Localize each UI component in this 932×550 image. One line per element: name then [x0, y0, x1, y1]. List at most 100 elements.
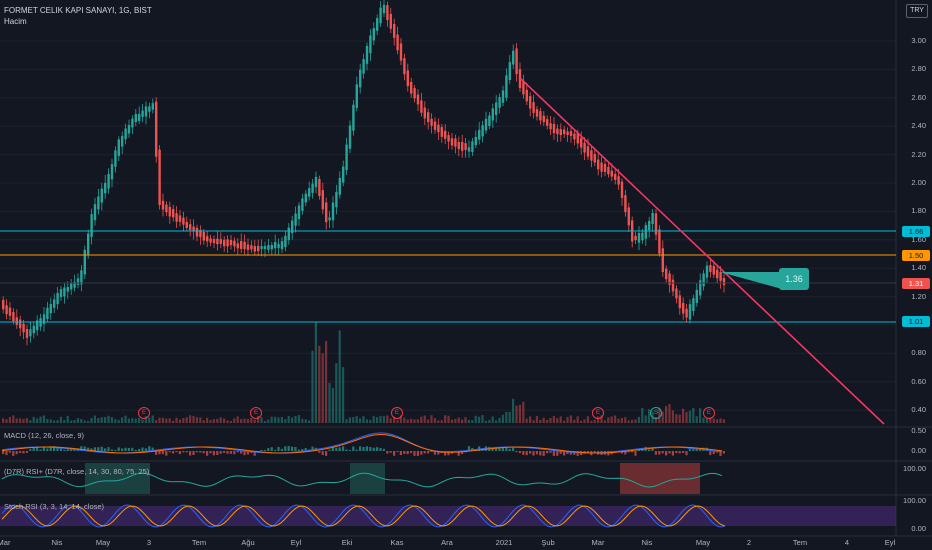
volume-bar: [376, 417, 379, 423]
price-candle: [610, 170, 613, 177]
volume-bar: [386, 415, 389, 423]
price-candle: [389, 13, 392, 29]
macd-histogram-bar: [658, 451, 661, 455]
volume-bar: [260, 417, 263, 423]
earnings-event-marker[interactable]: E: [138, 407, 150, 419]
earnings-event-marker[interactable]: E: [391, 407, 403, 419]
price-candle: [19, 319, 22, 329]
volume-bar: [291, 417, 294, 423]
volume-bar: [216, 418, 219, 423]
time-axis-label: Mar: [591, 538, 605, 547]
rsi-label[interactable]: (D7R) RSI+ (D7R, close, 14, 30, 80, 75, …: [4, 467, 149, 476]
macd-histogram-bar: [97, 447, 100, 451]
symbol-title[interactable]: FORMET CELIK KAPI SANAYI, 1G, BIST: [4, 6, 152, 15]
volume-bar: [182, 418, 185, 423]
price-candle: [542, 115, 545, 123]
currency-button[interactable]: TRY: [906, 4, 928, 18]
stoch-label[interactable]: Stoch RSI (3, 3, 14, 14, close): [4, 502, 104, 511]
volume-bar: [202, 420, 205, 423]
volume-bar: [223, 418, 226, 423]
price-candle: [488, 115, 491, 126]
volume-bar: [73, 420, 76, 423]
volume-bar: [233, 418, 236, 423]
volume-bar: [87, 420, 90, 423]
price-candle: [566, 131, 569, 136]
macd-pane: [1, 432, 725, 456]
volume-bar: [325, 340, 328, 423]
macd-histogram-bar: [8, 451, 11, 453]
volume-bar: [138, 417, 141, 423]
volume-bar: [229, 420, 232, 423]
price-candle: [501, 90, 505, 103]
volume-label: Hacim: [4, 17, 27, 26]
price-candle: [508, 62, 511, 80]
macd-histogram-bar: [63, 449, 66, 451]
volume-bar: [464, 417, 467, 423]
volume-bar: [722, 419, 725, 423]
level-upper-badge: 1.66: [902, 226, 930, 237]
volume-bar: [495, 420, 498, 423]
price-candle: [100, 188, 103, 203]
time-axis-label: Tem: [792, 538, 808, 547]
price-candle: [498, 97, 501, 108]
price-candle: [253, 246, 256, 252]
macd-histogram-bar: [110, 449, 113, 451]
macd-histogram-bar: [362, 446, 365, 451]
volume-bar: [301, 418, 304, 423]
earnings-event-marker[interactable]: E: [592, 407, 604, 419]
volume-bar: [97, 418, 100, 423]
macd-histogram-bar: [546, 451, 549, 454]
macd-histogram-bar: [219, 451, 222, 454]
volume-bar: [141, 419, 144, 423]
volume-bar: [175, 417, 178, 423]
macd-histogram-bar: [318, 451, 321, 453]
volume-bar: [195, 417, 198, 423]
price-candle: [580, 138, 583, 148]
macd-histogram-bar: [263, 449, 266, 451]
volume-bar: [444, 415, 447, 423]
price-callout[interactable]: 1.36: [779, 268, 809, 290]
price-candle: [546, 119, 549, 126]
split-event-marker[interactable]: S: [650, 407, 662, 419]
price-candle: [563, 129, 566, 135]
macd-axis-zero: 0.00: [911, 446, 926, 455]
macd-histogram-bar: [202, 451, 205, 454]
price-candle: [552, 123, 556, 134]
macd-label[interactable]: MACD (12, 26, close, 9): [4, 431, 84, 440]
volume-bar: [348, 417, 351, 423]
volume-bar: [580, 420, 583, 423]
price-candle: [420, 100, 423, 113]
price-candle: [158, 149, 161, 205]
macd-histogram-bar: [396, 451, 399, 453]
macd-histogram-bar: [138, 448, 141, 451]
macd-histogram-bar: [675, 451, 678, 454]
volume-bar: [66, 415, 69, 423]
macd-histogram-bar: [338, 447, 341, 451]
last-price-badge: 1.31: [902, 278, 930, 289]
macd-histogram-bar: [525, 451, 528, 456]
price-candle: [556, 128, 559, 135]
earnings-event-marker[interactable]: E: [703, 407, 715, 419]
price-candles[interactable]: [2, 0, 726, 346]
trendline[interactable]: [519, 77, 885, 425]
rsi-axis-top: 100.00: [903, 464, 926, 473]
price-candle: [399, 43, 403, 61]
price-candle: [141, 110, 144, 117]
macd-histogram-bar: [335, 447, 338, 451]
price-candle: [467, 147, 471, 152]
price-candle: [93, 204, 97, 221]
macd-histogram-bar: [223, 451, 226, 453]
volume-bar: [274, 416, 277, 423]
volume-bar: [240, 419, 243, 423]
macd-histogram-bar: [355, 449, 358, 451]
volume-bar: [304, 419, 307, 423]
volume-bar: [212, 419, 215, 423]
earnings-event-marker[interactable]: E: [250, 407, 262, 419]
volume-bar: [151, 415, 154, 423]
price-candle: [127, 125, 131, 134]
volume-bar: [280, 416, 283, 423]
volume-bar: [338, 330, 341, 423]
macd-histogram-bar: [535, 451, 538, 455]
volume-bar: [614, 415, 617, 423]
price-candle: [331, 202, 335, 221]
